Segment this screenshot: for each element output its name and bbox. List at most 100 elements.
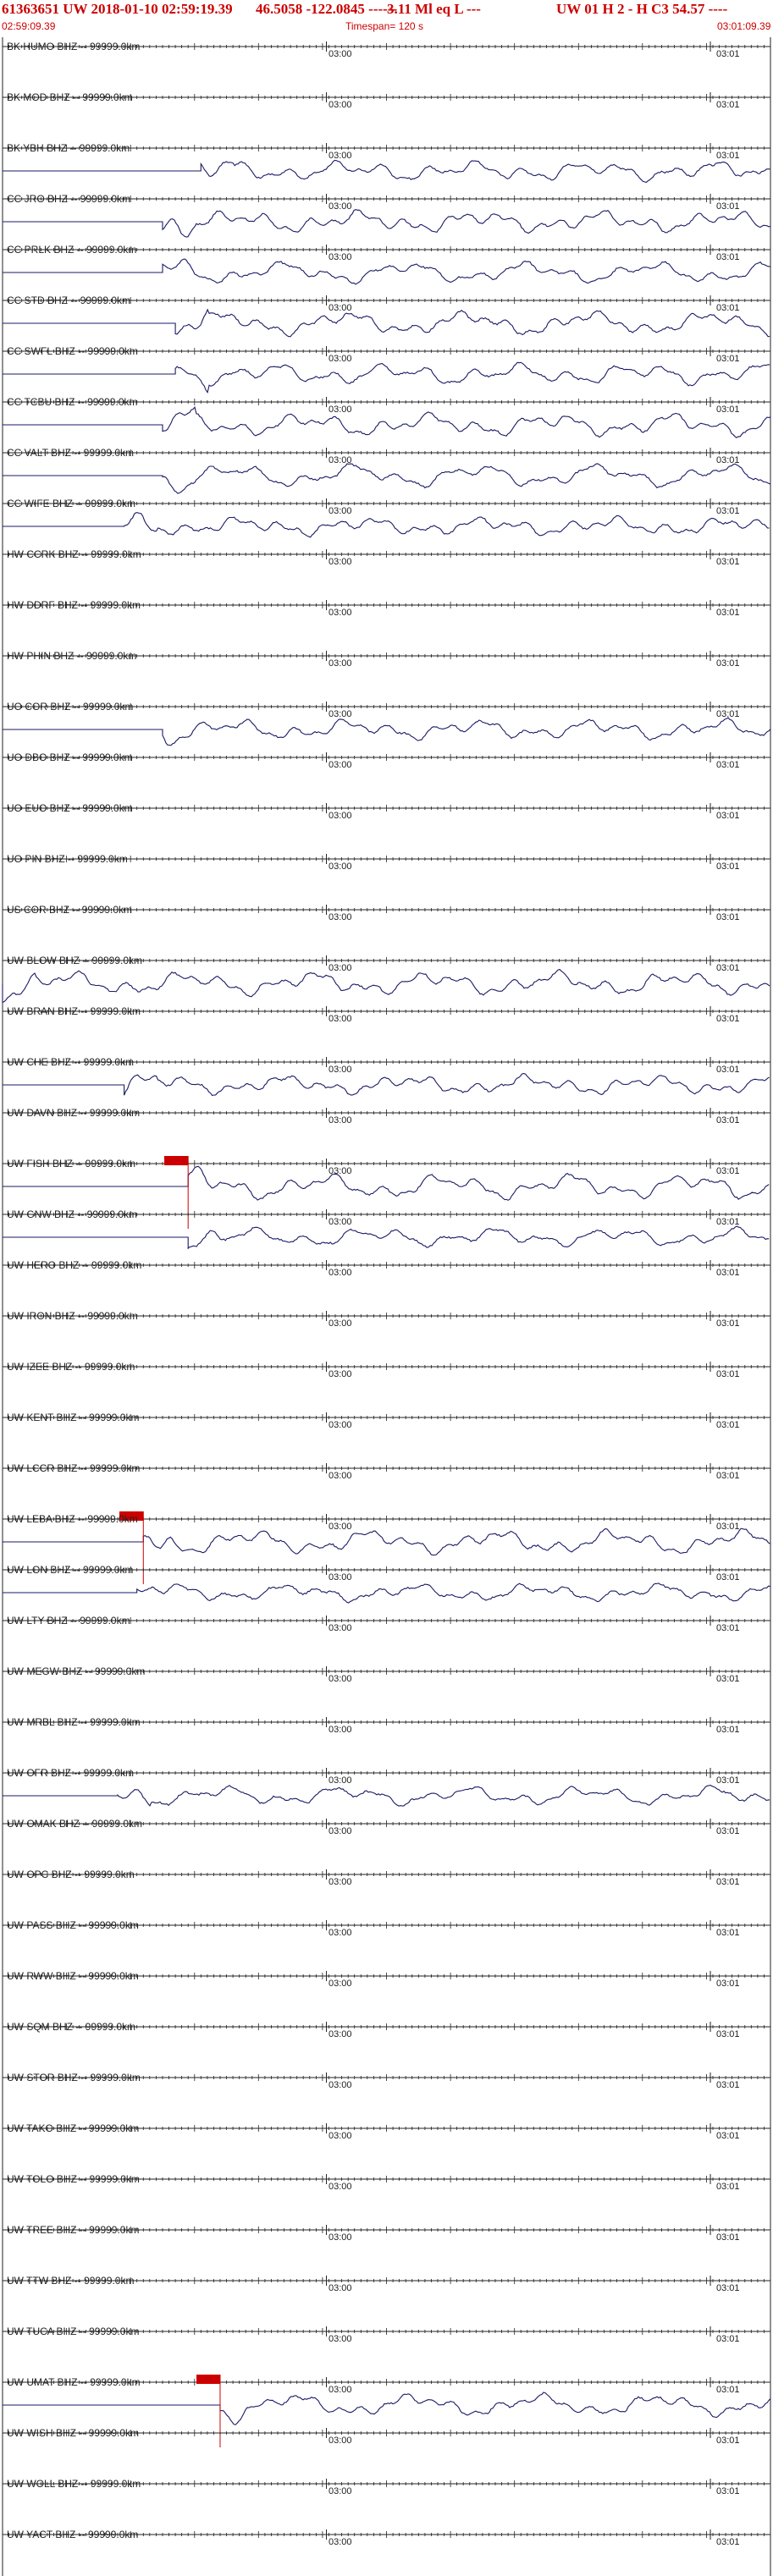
tick-label-0300: 03:00 (329, 1217, 352, 1227)
tick-label-0300: 03:00 (329, 2486, 352, 2496)
tick-label-0301: 03:01 (716, 1877, 740, 1887)
tick-label-0300: 03:00 (329, 1623, 352, 1633)
station-label: UW TREE BHZ -- 99999.0km (7, 2224, 140, 2236)
tick-label-0300: 03:00 (329, 1420, 352, 1430)
tick-label-0300: 03:00 (329, 658, 352, 669)
tick-label-0301: 03:01 (716, 1318, 740, 1329)
station-panel: UW SQM BHZ -- 99999.0km 03:00 03:01 (0, 2017, 773, 2068)
seismic-trace (3, 2392, 771, 2425)
station-label: UW HERO BHZ -- 99999.0km (7, 1259, 142, 1271)
station-panel: UW UMAT BHZ -- 99999.0km 03:00 03:01 (0, 2373, 773, 2447)
tick-label-0300: 03:00 (329, 1369, 352, 1379)
tick-label-0300: 03:00 (329, 2080, 352, 2090)
tick-label-0301: 03:01 (716, 658, 740, 669)
station-label: UW MEGW BHZ -- 99999.0km (7, 1665, 146, 1677)
tick-label-0300: 03:00 (329, 1268, 352, 1278)
station-label: UO COR BHZ -- 99999.0km (7, 701, 134, 713)
station-panel: UW MEGW BHZ -- 99999.0km 03:00 03:01 (0, 1662, 773, 1713)
station-label: UW FISH BHZ -- 99999.0km (7, 1158, 136, 1170)
tick-label-0301: 03:01 (716, 1115, 740, 1126)
tick-label-0301: 03:01 (716, 2232, 740, 2243)
station-panel: UW PASS BHZ -- 99999.0km 03:00 03:01 (0, 1916, 773, 1967)
station-label: UW LCCR BHZ -- 99999.0km (7, 1462, 141, 1474)
tick-label-0300: 03:00 (329, 1014, 352, 1024)
tick-label-0301: 03:01 (716, 49, 740, 59)
tick-label-0300: 03:00 (329, 963, 352, 973)
station-label: CC JRO BHZ -- 99999.0km (7, 193, 131, 205)
station-label: UW CHE BHZ -- 99999.0km (7, 1056, 135, 1068)
station-panel: UW GNW BHZ -- 99999.0km 03:00 03:01 (0, 1205, 773, 1256)
tick-label-0300: 03:00 (329, 1674, 352, 1684)
tick-label-0300: 03:00 (329, 49, 352, 59)
tick-label-0300: 03:00 (329, 2283, 352, 2293)
seismogram-panels: BK HUMO BHZ -- 99999.0km 03:00 03:01 BK MOD… (0, 0, 773, 2576)
tick-label-0301: 03:01 (716, 2080, 740, 2090)
station-label: CC PRLK BHZ -- 99999.0km (7, 244, 137, 256)
station-label: UW STOR BHZ -- 99999.0km (7, 2072, 141, 2083)
tick-label-0301: 03:01 (716, 1420, 740, 1430)
tick-label-0301: 03:01 (716, 354, 740, 364)
tick-label-0301: 03:01 (716, 811, 740, 821)
tick-label-0300: 03:00 (329, 709, 352, 719)
station-panel: UW KENT BHZ -- 99999.0km 03:00 03:01 (0, 1408, 773, 1459)
station-panel: UW BLOW BHZ -- 99999.0km 03:00 03:01 (0, 951, 773, 1004)
tick-label-0300: 03:00 (329, 1826, 352, 1836)
tick-label-0301: 03:01 (716, 201, 740, 212)
station-panel: CC SWFL BHZ -- 99999.0km 03:00 03:01 (0, 342, 773, 394)
station-label: UO PIN BHZ -- 99999.0km (7, 853, 128, 865)
tick-label-0300: 03:00 (329, 455, 352, 465)
tick-label-0300: 03:00 (329, 1928, 352, 1938)
tick-label-0300: 03:00 (329, 2029, 352, 2039)
station-label: HW DDRF BHZ -- 99999.0km (7, 599, 141, 611)
station-label: UW OMAK BHZ -- 99999.0km (7, 1818, 143, 1830)
tick-label-0301: 03:01 (716, 2537, 740, 2547)
tick-label-0300: 03:00 (329, 1725, 352, 1735)
station-panel: UW FISH BHZ -- 99999.0km 03:00 03:01 (0, 1154, 773, 1229)
tick-label-0300: 03:00 (329, 861, 352, 872)
tick-label-0301: 03:01 (716, 557, 740, 567)
station-label: HW PHIN BHZ -- 99999.0km (7, 650, 137, 662)
station-label: UW IZEE BHZ -- 99999.0km (7, 1361, 135, 1373)
tick-label-0301: 03:01 (716, 303, 740, 313)
station-label: UW KENT BHZ -- 99999.0km (7, 1412, 140, 1423)
tick-label-0301: 03:01 (716, 1268, 740, 1278)
station-panel: UW LCCR BHZ -- 99999.0km 03:00 03:01 (0, 1459, 773, 1510)
station-panel: UW CHE BHZ -- 99999.0km 03:00 03:01 (0, 1053, 773, 1104)
seismic-trace (2, 968, 770, 1004)
station-panel: BK MOD BHZ -- 99999.0km 03:00 03:01 (0, 88, 773, 139)
station-panel: UW MRBL BHZ -- 99999.0km 03:00 03:01 (0, 1713, 773, 1764)
tick-label-0300: 03:00 (329, 760, 352, 770)
tick-label-0301: 03:01 (716, 2436, 740, 2446)
station-panel: UW YACT BHZ -- 99999.0km 03:00 03:01 (0, 2525, 773, 2576)
station-label: UW LON BHZ -- 99999.0km (7, 1564, 134, 1576)
tick-label-0300: 03:00 (329, 2232, 352, 2243)
tick-label-0300: 03:00 (329, 912, 352, 922)
tick-label-0301: 03:01 (716, 151, 740, 161)
tick-label-0301: 03:01 (716, 709, 740, 719)
station-panel: CC JRO BHZ -- 99999.0km 03:00 03:01 (0, 190, 773, 240)
tick-label-0301: 03:01 (716, 1065, 740, 1075)
station-label: UW OPC BHZ -- 99999.0km (7, 1869, 135, 1880)
tick-label-0300: 03:00 (329, 2131, 352, 2141)
tick-label-0301: 03:01 (716, 1014, 740, 1024)
tick-label-0300: 03:00 (329, 1166, 352, 1176)
station-panel: UO DBO BHZ -- 99999.0km 03:00 03:01 (0, 748, 773, 799)
station-label: UW IRON BHZ -- 99999.0km (7, 1310, 138, 1322)
station-label: BK HUMO BHZ -- 99999.0km (7, 41, 141, 52)
tick-label-0301: 03:01 (716, 963, 740, 973)
station-panel: HW DDRF BHZ -- 99999.0km 03:00 03:01 (0, 596, 773, 647)
station-panel: UW BRAN BHZ -- 99999.0km 03:00 03:01 (0, 1002, 773, 1053)
station-label: UW TTW BHZ -- 99999.0km (7, 2275, 135, 2287)
station-panel: CC STD BHZ -- 99999.0km 03:00 03:01 (0, 291, 773, 342)
tick-label-0301: 03:01 (716, 1471, 740, 1481)
seismic-trace (3, 463, 771, 494)
tick-label-0301: 03:01 (716, 2334, 740, 2344)
station-label: UW BRAN BHZ -- 99999.0km (7, 1005, 141, 1017)
tick-label-0300: 03:00 (329, 2334, 352, 2344)
tick-label-0300: 03:00 (329, 2436, 352, 2446)
tick-label-0301: 03:01 (716, 2029, 740, 2039)
tick-label-0301: 03:01 (716, 405, 740, 415)
seismic-trace (3, 361, 770, 394)
seismic-trace (3, 717, 771, 746)
tick-label-0301: 03:01 (716, 1166, 740, 1176)
